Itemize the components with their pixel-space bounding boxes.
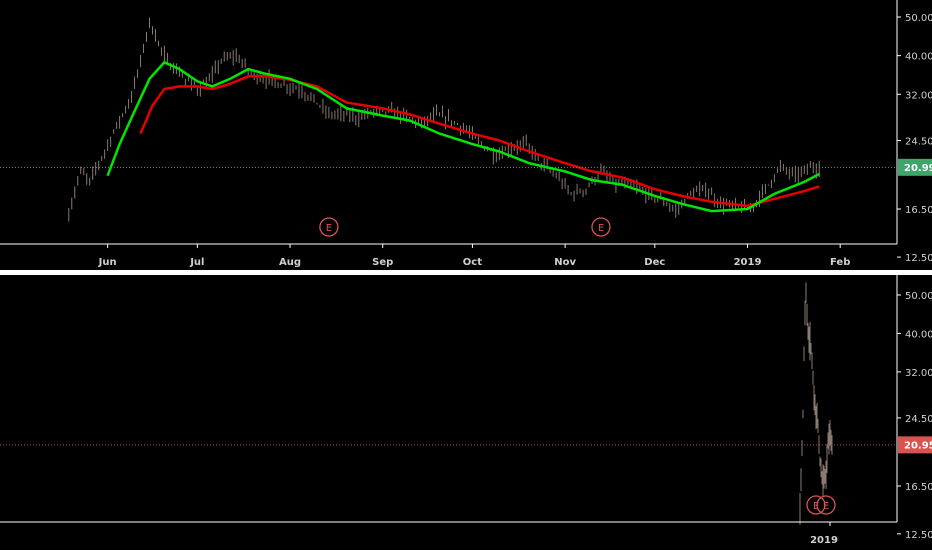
top-last-price-label: 20.99 [904,163,932,174]
top-y-tick-label: 32.00 [905,90,932,101]
top-x-tick-label: Oct [463,257,482,268]
bottom-y-tick-label: 24.50 [905,414,932,425]
top-x-tick-label: Jun [98,257,117,268]
top-x-tick-label: Aug [279,257,301,268]
top-x-tick-label: Sep [372,257,393,268]
top-x-tick-label: Nov [554,257,576,268]
top-earnings-marker-label: E [598,223,604,234]
chart-canvas: E E 50.00 40.00 32.00 24.50 16.50 12.50 Jun Jul… [0,0,932,550]
top-earnings-marker-label: E [326,223,332,234]
bottom-y-tick-label: 16.50 [905,482,932,493]
panel-divider[interactable] [0,270,932,275]
bottom-y-tick-label: 32.00 [905,368,932,379]
bottom-earnings-marker-label: E [823,501,829,512]
bottom-last-price-badge: 20.95 [898,436,932,454]
top-x-tick-label: Feb [830,257,850,268]
top-y-tick-label: 16.50 [905,205,932,216]
top-x-tick-label: Jul [189,257,204,268]
top-y-tick-label: 24.50 [905,137,932,148]
top-last-price-badge: 20.99 [898,158,932,176]
top-x-tick-label: Dec [644,257,665,268]
bottom-last-price-label: 20.95 [904,440,932,451]
bottom-y-tick-label: 50.00 [905,291,932,302]
top-y-tick-label: 40.00 [905,52,932,63]
top-y-tick-label: 12.50 [905,253,932,264]
bottom-x-tick-label: 2019 [810,535,838,546]
bottom-y-tick-label: 40.00 [905,329,932,340]
bottom-y-tick-label: 12.50 [905,530,932,541]
top-y-tick-label: 50.00 [905,13,932,24]
top-x-tick-label: 2019 [734,257,762,268]
